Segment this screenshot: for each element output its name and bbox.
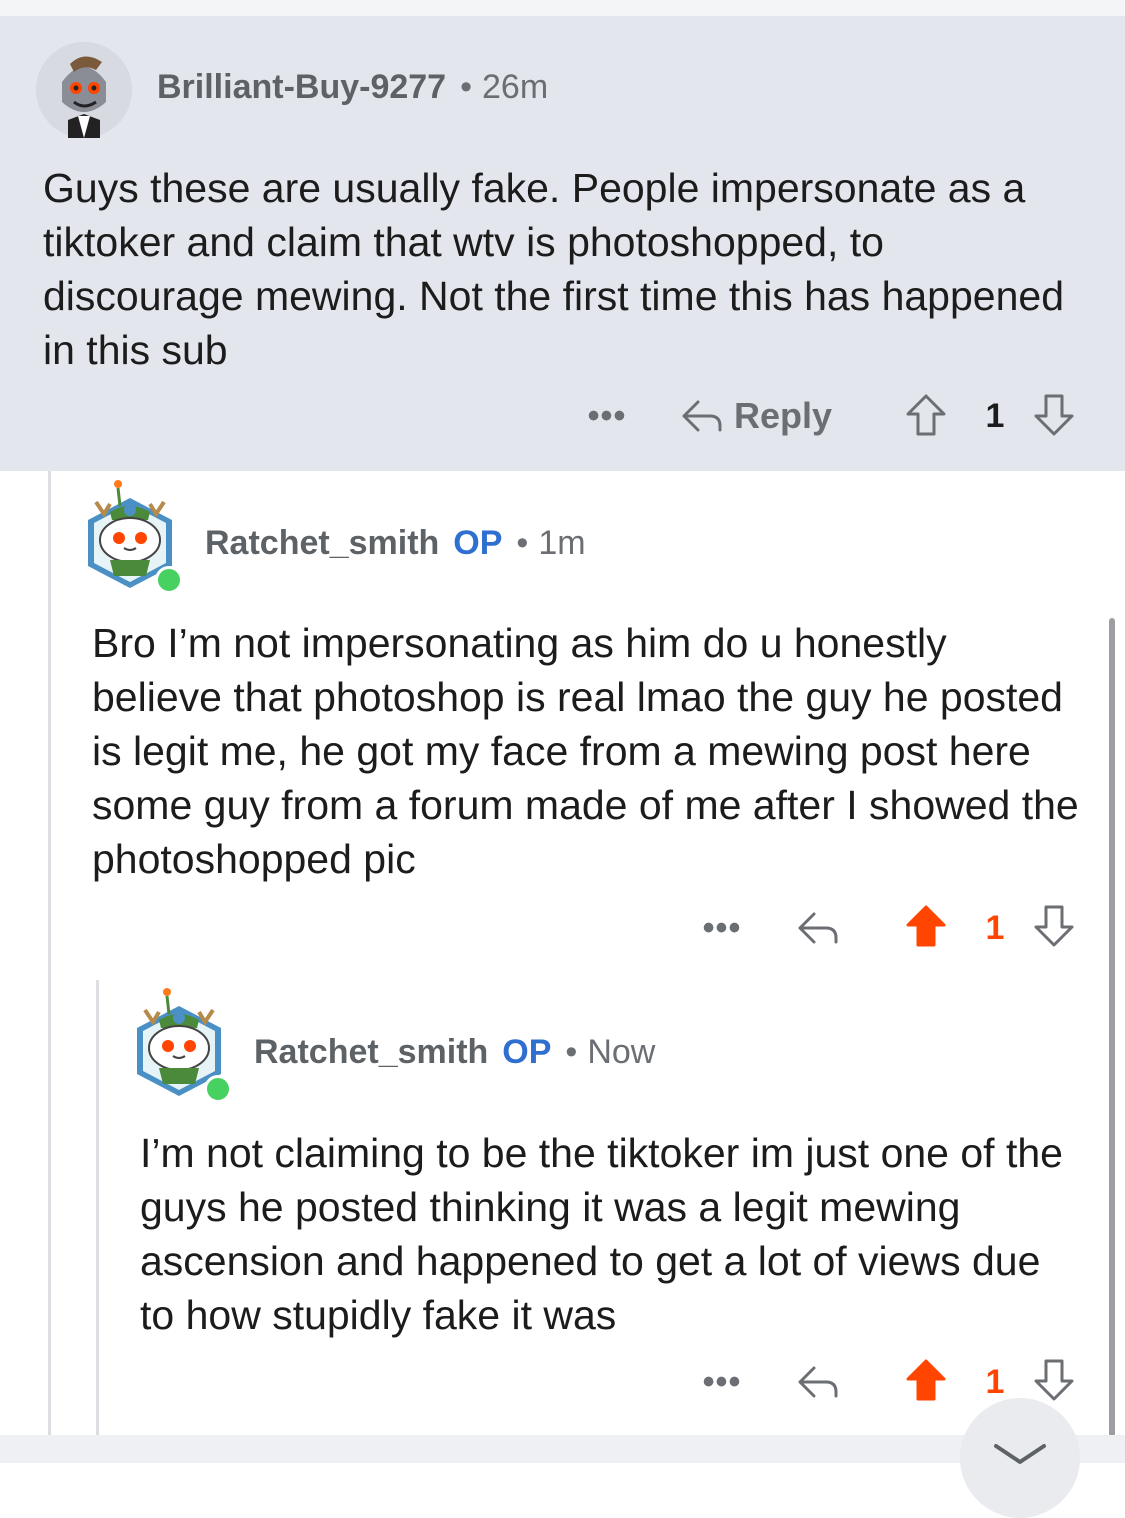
upvote-icon[interactable] [902,902,950,950]
more-options-icon[interactable]: ••• [585,394,629,438]
op-badge: OP [502,1033,552,1071]
meta-separator: • [460,68,472,106]
online-status-indicator [155,566,183,594]
downvote-icon[interactable] [1030,1356,1078,1404]
thread-line-nested[interactable] [96,980,99,1435]
upvote-icon[interactable] [902,1356,950,1404]
top-strip [0,0,1125,16]
reply-arrow-icon [798,1366,838,1398]
reply-button[interactable] [794,1360,842,1404]
comment-username[interactable]: Brilliant-Buy-9277 [157,68,446,106]
avatar[interactable] [36,42,132,138]
thread-line[interactable] [48,471,51,1435]
comment-time: Now [587,1033,656,1071]
reply-arrow-icon [682,400,722,432]
scrollbar[interactable] [1109,618,1115,1463]
more-options-icon[interactable]: ••• [700,906,744,950]
comment-body: Guys these are usually fake. People impe… [43,165,1064,373]
avatar-icon [36,42,132,138]
comment-body: Bro I’m not impersonating as him do u ho… [92,620,1079,882]
comment-username[interactable]: Ratchet_smith [254,1033,488,1071]
op-badge: OP [453,524,503,562]
online-status-indicator [204,1075,232,1103]
comment-body: I’m not claiming to be the tiktoker im j… [140,1130,1063,1338]
meta-separator: • [565,1033,578,1071]
highlighted-comment: Brilliant-Buy-9277 • 26m Guys these are us… [0,16,1125,471]
upvote-icon[interactable] [902,391,950,439]
chevron-down-icon [994,1444,1046,1464]
vote-score: 1 [985,396,1005,435]
bottom-bar [0,1435,1125,1463]
comment-username[interactable]: Ratchet_smith [205,524,439,562]
vote-score: 1 [985,908,1005,947]
reply-button[interactable]: Reply [680,394,832,438]
downvote-icon[interactable] [1030,902,1078,950]
reply-label: Reply [734,395,833,436]
collapse-thread-button[interactable] [960,1398,1080,1518]
comment-time: 1m [538,524,586,562]
more-options-icon[interactable]: ••• [700,1360,744,1404]
comment-time: 26m [482,68,549,106]
reply-arrow-icon [798,912,838,944]
reply-button[interactable] [794,906,842,950]
meta-separator: • [516,524,529,562]
downvote-icon[interactable] [1030,391,1078,439]
